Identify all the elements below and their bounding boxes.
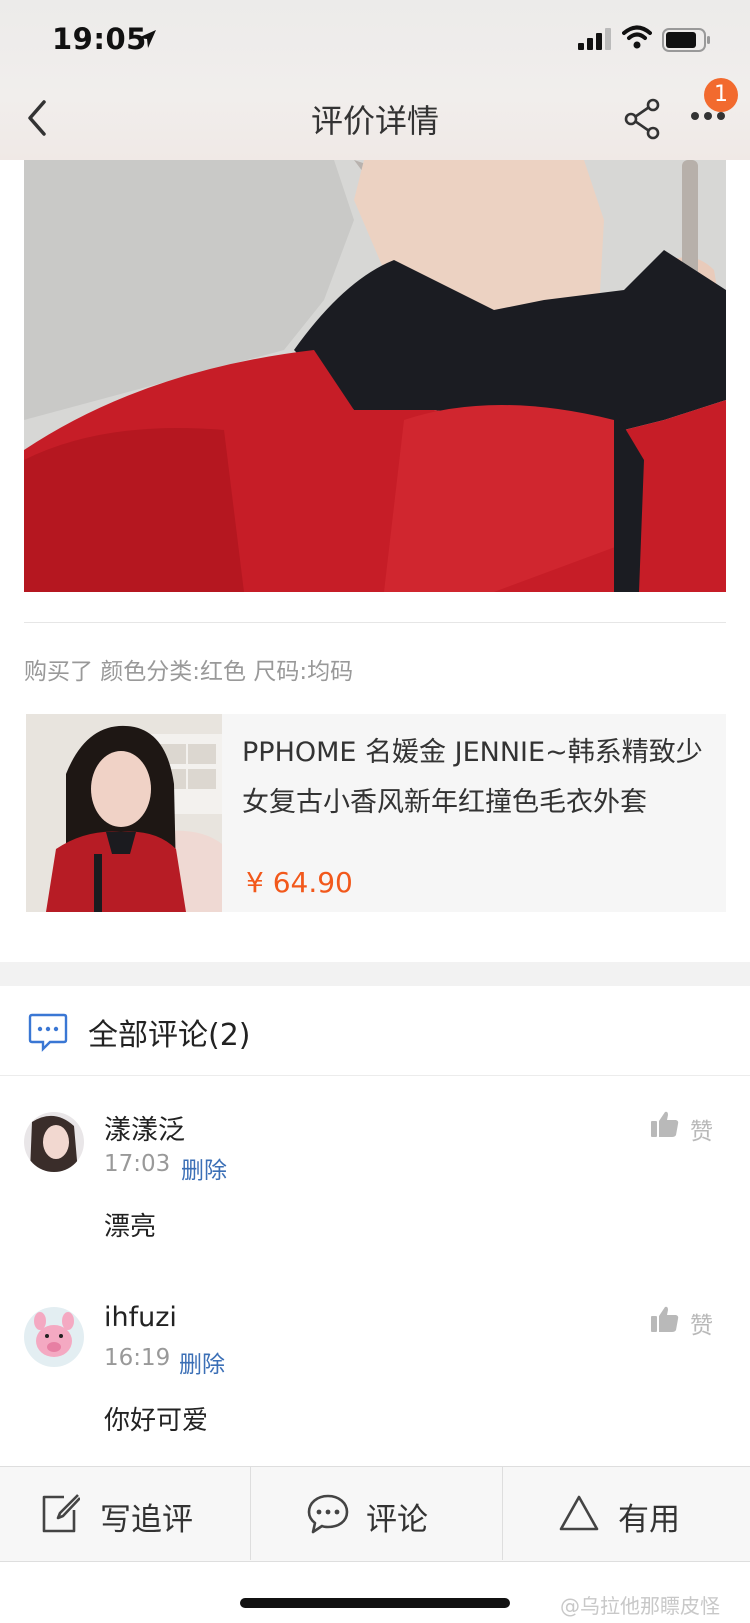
product-thumbnail[interactable]	[26, 714, 222, 912]
notification-badge: 1	[704, 78, 738, 112]
useful-button[interactable]: 有用	[618, 1494, 680, 1539]
like-label[interactable]: 赞	[690, 1112, 713, 1146]
divider	[0, 1075, 750, 1076]
cellular-signal-icon	[578, 28, 611, 50]
comment-text: 漂亮	[104, 1212, 157, 1242]
purchase-info: 购买了 颜色分类:红色 尺码:均码	[24, 659, 354, 685]
comments-header: 全部评论(2)	[88, 1018, 251, 1053]
battery-icon	[662, 28, 710, 52]
edit-icon[interactable]	[40, 1492, 80, 1534]
review-photo[interactable]	[24, 160, 726, 592]
comment-bubble-icon	[28, 1013, 68, 1052]
delete-link[interactable]: 删除	[179, 1345, 225, 1379]
home-indicator[interactable]	[240, 1598, 510, 1608]
product-title[interactable]: PPHOME 名媛金 JENNIE~韩系精致少女复古小香风新年红撞色毛衣外套	[242, 728, 712, 828]
delete-link[interactable]: 删除	[181, 1151, 227, 1185]
comment-text: 你好可爱	[104, 1406, 209, 1436]
divider	[250, 1466, 251, 1560]
comment-button[interactable]: 评论	[366, 1494, 428, 1539]
avatar[interactable]	[24, 1307, 84, 1367]
useful-triangle-icon[interactable]	[558, 1494, 600, 1532]
avatar[interactable]	[24, 1112, 84, 1172]
divider	[24, 622, 726, 623]
like-label[interactable]: 赞	[690, 1306, 713, 1340]
product-price: ¥ 64.90	[246, 866, 353, 899]
comment-time: 16:19	[104, 1345, 171, 1371]
location-arrow-icon	[138, 30, 156, 48]
share-icon[interactable]	[622, 98, 662, 140]
thumbs-up-icon[interactable]	[650, 1305, 680, 1333]
section-gap	[0, 962, 750, 986]
comment-author[interactable]: 漾漾泛	[104, 1108, 185, 1147]
thumbs-up-icon[interactable]	[650, 1110, 680, 1138]
status-time: 19:05	[52, 22, 147, 56]
comment-time: 17:03	[104, 1151, 171, 1177]
watermark: @乌拉他那瞟皮怪	[560, 1594, 720, 1618]
wifi-icon	[622, 25, 652, 49]
comment-icon[interactable]	[306, 1493, 350, 1535]
divider	[502, 1466, 503, 1560]
comment-author[interactable]: ihfuzi	[104, 1302, 177, 1333]
write-followup-button[interactable]: 写追评	[100, 1494, 193, 1539]
